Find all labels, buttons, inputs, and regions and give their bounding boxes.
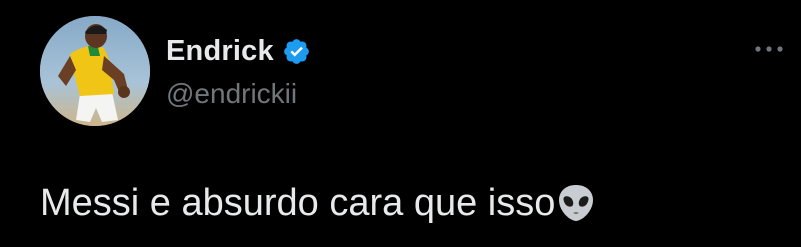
- alien-emoji-icon: [555, 182, 597, 224]
- tweet-body: Messi e absurdo cara que isso: [40, 178, 597, 228]
- avatar[interactable]: [40, 16, 150, 126]
- tweet-text: Messi e absurdo cara que isso: [40, 182, 556, 224]
- author-name-row[interactable]: Endrick: [166, 34, 311, 68]
- tweet-card: Endrick @endrickii Messi e absurdo cara …: [0, 0, 801, 247]
- author-display-name[interactable]: Endrick: [166, 35, 274, 68]
- author-handle[interactable]: @endrickii: [166, 78, 297, 110]
- more-options-button[interactable]: [751, 37, 787, 61]
- verified-badge-icon: [282, 37, 311, 66]
- profile-photo-icon: [40, 16, 150, 126]
- more-options-icon: [755, 46, 783, 52]
